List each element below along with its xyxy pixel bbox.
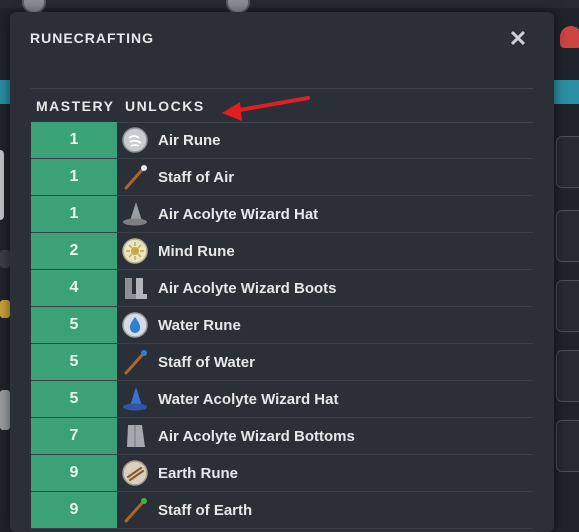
wizard-bottoms-icon (127, 425, 145, 447)
table-row: 9 Earth Rune (31, 455, 533, 492)
background-left-card (0, 150, 4, 220)
section-title: MASTERY UNLOCKS (36, 97, 205, 114)
table-row: 5 Water Acolyte Wizard Hat (31, 381, 533, 418)
item-name: Air Acolyte Wizard Hat (158, 205, 319, 223)
water-rune-icon (122, 312, 148, 338)
background-left-item (0, 250, 10, 268)
unlock-item[interactable]: Staff of Air (118, 159, 533, 195)
background-hat-icon (560, 26, 579, 48)
background-left-item (0, 300, 10, 318)
item-name: Staff of Air (158, 168, 235, 186)
level-cell: 7 (31, 418, 118, 454)
staff-of-earth-icon (124, 498, 147, 523)
unlock-item[interactable]: Earth Rune (118, 455, 533, 491)
table-row: 2 Mind Rune (31, 233, 533, 270)
air-rune-icon (122, 127, 148, 153)
item-name: Staff of Water (158, 353, 255, 371)
item-name: Air Acolyte Wizard Bottoms (158, 427, 355, 445)
wizard-hat-grey-icon (123, 202, 147, 226)
item-name: Staff of Earth (158, 501, 253, 519)
item-name: Air Acolyte Wizard Boots (158, 279, 337, 297)
table-row: 5 Staff of Water (31, 344, 533, 381)
level-cell: 1 (31, 159, 118, 195)
unlock-item[interactable]: Staff of Water (118, 344, 533, 380)
item-name: Mind Rune (158, 242, 235, 260)
unlocks-table: 1 Air Rune 1 Staff of Air 1 Air Acolyte … (31, 122, 533, 529)
item-name: Earth Rune (158, 464, 239, 482)
unlock-item[interactable]: Water Acolyte Wizard Hat (118, 381, 533, 417)
table-row: 5 Water Rune (31, 307, 533, 344)
background-left-item (0, 390, 10, 430)
table-row: 9 Staff of Earth (31, 492, 533, 529)
annotation-arrow-icon (222, 96, 310, 121)
item-name: Water Rune (158, 316, 241, 334)
table-row: 1 Air Rune (31, 122, 533, 159)
wizard-boots-icon (125, 278, 147, 299)
level-cell: 2 (31, 233, 118, 269)
table-row: 1 Air Acolyte Wizard Hat (31, 196, 533, 233)
unlock-item[interactable]: Air Acolyte Wizard Bottoms (118, 418, 533, 454)
level-cell: 1 (31, 122, 118, 158)
wizard-hat-blue-icon (123, 387, 147, 411)
unlock-item[interactable]: Staff of Earth (118, 492, 533, 528)
modal-title: RUNECRAFTING (30, 30, 154, 46)
level-cell: 4 (31, 270, 118, 306)
level-cell: 5 (31, 381, 118, 417)
background-topbar (0, 0, 579, 14)
item-name: Air Rune (158, 131, 221, 149)
level-cell: 9 (31, 455, 118, 491)
table-row: 7 Air Acolyte Wizard Bottoms (31, 418, 533, 455)
item-name: Water Acolyte Wizard Hat (158, 390, 339, 408)
unlock-item[interactable]: Air Acolyte Wizard Boots (118, 270, 533, 306)
mind-rune-icon (122, 238, 148, 264)
staff-of-water-icon (124, 350, 147, 375)
close-button[interactable]: ✕ (508, 28, 528, 50)
table-row: 4 Air Acolyte Wizard Boots (31, 270, 533, 307)
level-cell: 5 (31, 344, 118, 380)
level-cell: 5 (31, 307, 118, 343)
table-row: 1 Staff of Air (31, 159, 533, 196)
unlock-item[interactable]: Air Rune (118, 122, 533, 158)
unlock-item[interactable]: Mind Rune (118, 233, 533, 269)
staff-of-air-icon (124, 165, 147, 190)
level-cell: 9 (31, 492, 118, 528)
mastery-unlocks-modal: RUNECRAFTING ✕ MASTERY UNLOCKS 1 Air Run… (10, 12, 554, 532)
level-cell: 1 (31, 196, 118, 232)
unlock-item[interactable]: Air Acolyte Wizard Hat (118, 196, 533, 232)
unlock-item[interactable]: Water Rune (118, 307, 533, 343)
earth-rune-icon (122, 460, 148, 486)
